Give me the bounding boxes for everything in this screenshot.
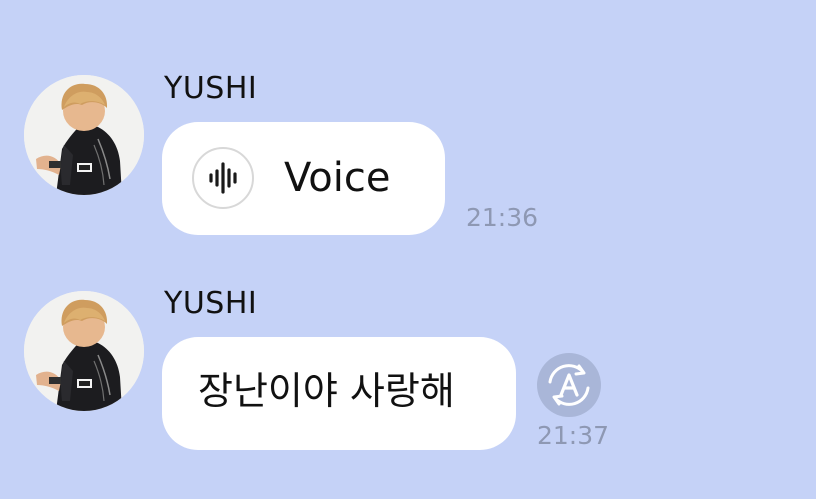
- profile-photo: [24, 75, 144, 195]
- message-timestamp: 21:36: [466, 203, 539, 232]
- message-text: 장난이야 사랑해: [198, 369, 455, 413]
- avatar[interactable]: [24, 75, 144, 195]
- translate-icon: [548, 364, 590, 406]
- voice-waveform-icon[interactable]: [192, 147, 254, 209]
- message-timestamp: 21:37: [537, 421, 610, 450]
- voice-message-label: Voice: [284, 155, 391, 201]
- translate-button[interactable]: [537, 353, 601, 417]
- sender-name: YUSHI: [164, 71, 258, 106]
- avatar[interactable]: [24, 291, 144, 411]
- voice-message-bubble[interactable]: Voice: [162, 122, 445, 235]
- text-message-bubble[interactable]: 장난이야 사랑해: [162, 337, 516, 450]
- sender-name: YUSHI: [164, 286, 258, 321]
- profile-photo: [24, 291, 144, 411]
